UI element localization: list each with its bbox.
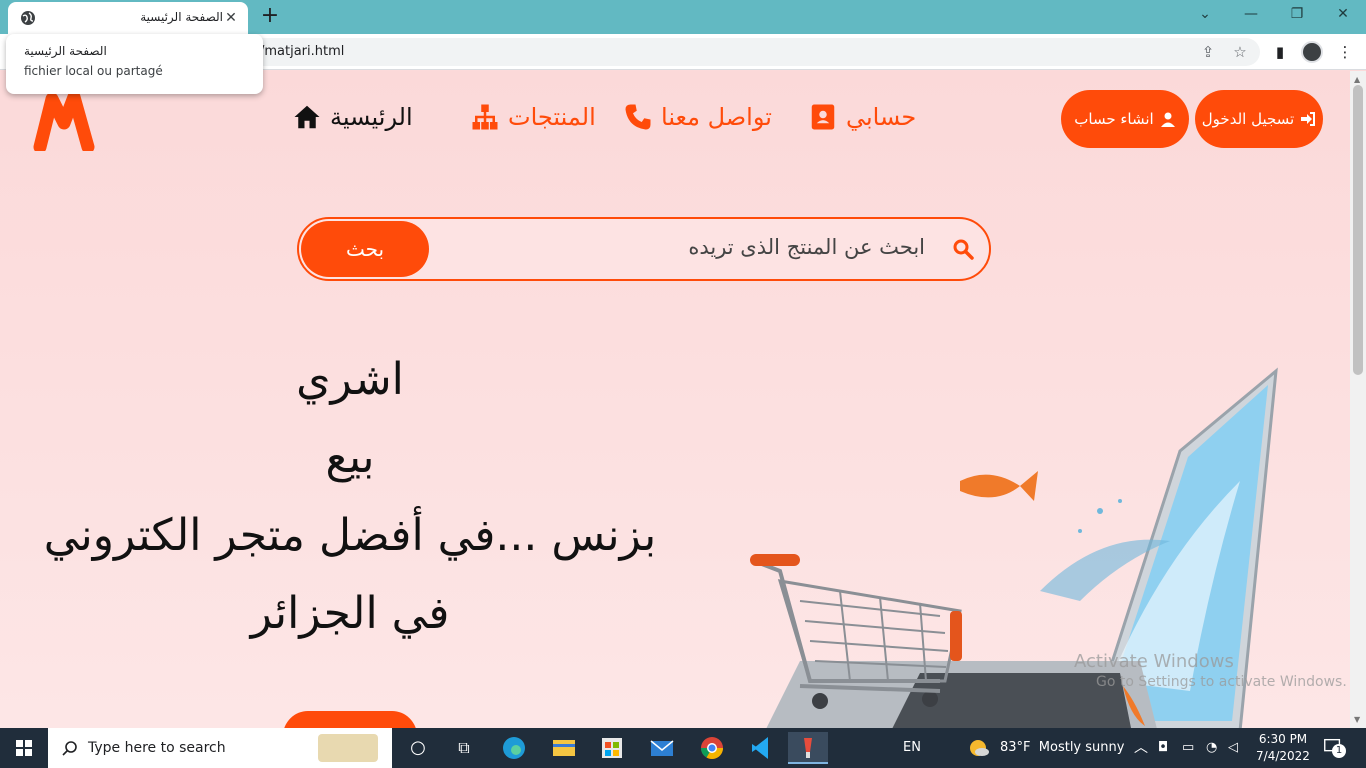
clock[interactable]: 6:30 PM 7/4/2022 [1252,731,1314,765]
hero-text: اشري بيع بزنس ...في أفضل متجر الكتروني ف… [0,341,700,653]
globe-icon [21,11,35,25]
battery-icon[interactable]: ▭ [1182,728,1194,768]
hero-line-1: اشري [296,354,404,405]
clock-date: 7/4/2022 [1256,749,1310,763]
clock-time: 6:30 PM [1258,732,1308,746]
browser-tabstrip: الصفحة الرئيسية ✕ + ⌄ — ❐ ✕ [0,0,1366,34]
weather-widget[interactable]: 83°F Mostly sunny [1000,728,1124,768]
tab-search-chevron-icon[interactable]: ⌄ [1182,0,1228,30]
vscode-icon[interactable] [740,732,780,764]
address-bar[interactable]: /matjari.html [200,38,1260,66]
watermark-title: Activate Windows [1074,651,1234,672]
hero-line-4: في الجزائر [250,588,450,639]
site-logo[interactable] [30,89,100,151]
activate-windows-watermark: Activate Windows Go to Settings to activ… [1074,651,1347,690]
bookmark-star-icon[interactable]: ☆ [1230,42,1250,62]
volume-icon[interactable]: ◁ [1228,728,1238,768]
side-panel-icon[interactable]: ▮ [1270,42,1290,62]
scroll-thumb[interactable] [1353,85,1363,375]
nav-products-label: المنتجات [508,103,596,131]
nav-contact-label: تواصل معنا [661,103,772,131]
scroll-down-arrow-icon[interactable]: ▼ [1354,715,1360,724]
hover-card-title: الصفحة الرئيسية [24,44,107,58]
task-view-icon[interactable]: ⧉ [444,732,484,764]
home-icon [294,105,320,129]
nav-home-label: الرئيسية [330,103,413,131]
wifi-icon[interactable]: ◔ [1206,728,1217,768]
login-label: تسجيل الدخول [1201,110,1295,128]
contact-card-icon [811,104,835,130]
tab-hover-card: الصفحة الرئيسية fichier local ou partagé [6,34,263,94]
sitemap-icon [472,104,498,130]
minimize-button[interactable]: — [1228,0,1274,30]
taskbar-search-box[interactable]: Type here to search [48,728,392,768]
notification-badge: 1 [1332,744,1346,758]
paint-app-icon[interactable] [788,732,828,764]
tab-title: الصفحة الرئيسية [140,10,223,24]
hero-line-3: بزنس ...في أفضل متجر الكتروني [43,510,657,561]
mail-icon[interactable] [642,732,682,764]
url-text: /matjari.html [260,44,345,59]
nav-account-label: حسابي [846,103,917,131]
windows-start-icon[interactable] [0,728,48,768]
input-language[interactable]: EN [903,728,921,768]
search-input[interactable]: ابحث عن المنتج الذى تريده [688,235,925,259]
restore-button[interactable]: ❐ [1274,0,1320,30]
search-icon [953,239,974,260]
cortana-icon[interactable]: ○ [398,732,438,764]
page-scrollbar[interactable]: ▲ ▼ [1350,71,1366,728]
search-button[interactable]: بحث [301,221,429,277]
close-window-button[interactable]: ✕ [1320,0,1366,30]
windows-taskbar: Type here to search ○ ⧉ EN 83°F Mostly s… [0,728,1366,768]
hover-card-subtitle: fichier local ou partagé [24,64,163,78]
search-icon [62,741,77,756]
weather-sun-icon [970,740,989,756]
nav-home[interactable]: الرئيسية [292,99,413,135]
search-highlight-icon [318,734,378,762]
signup-button[interactable]: انشاء حساب [1061,90,1189,148]
taskbar-search-placeholder: Type here to search [88,740,226,756]
page-viewport: الرئيسية المنتجات تواصل معنا حسابي انشاء… [0,71,1350,728]
edge-icon[interactable] [494,732,534,764]
phone-icon [625,104,651,130]
user-icon [1160,112,1175,127]
watermark-subtitle: Go to Settings to activate Windows. [1096,674,1347,690]
browser-tab[interactable]: الصفحة الرئيسية ✕ [8,2,248,34]
scroll-up-arrow-icon[interactable]: ▲ [1354,75,1360,84]
share-icon[interactable]: ⇪ [1198,42,1218,62]
nav-account[interactable]: حسابي [808,99,916,135]
file-explorer-icon[interactable] [544,732,584,764]
close-tab-icon[interactable]: ✕ [222,9,240,27]
profile-avatar[interactable] [1301,41,1323,63]
chrome-icon[interactable] [692,732,732,764]
signup-label: انشاء حساب [1074,110,1154,128]
hero-line-2: بيع [325,432,375,483]
hero-cta-button[interactable] [283,711,417,728]
search-box: بحث ابحث عن المنتج الذى تريده [297,217,991,281]
sign-in-icon [1301,112,1316,126]
notification-center-icon[interactable]: 1 [1322,736,1346,760]
login-button[interactable]: تسجيل الدخول [1195,90,1323,148]
nav-products[interactable]: المنتجات [470,99,596,135]
store-icon[interactable] [592,732,632,764]
show-hidden-icons-chevron-icon[interactable]: ︿ [1134,728,1148,768]
menu-kebab-icon[interactable]: ⋮ [1335,42,1355,62]
new-tab-button[interactable]: + [258,5,282,29]
nav-contact[interactable]: تواصل معنا [623,99,772,135]
meet-now-icon[interactable]: ◘ [1158,728,1168,768]
